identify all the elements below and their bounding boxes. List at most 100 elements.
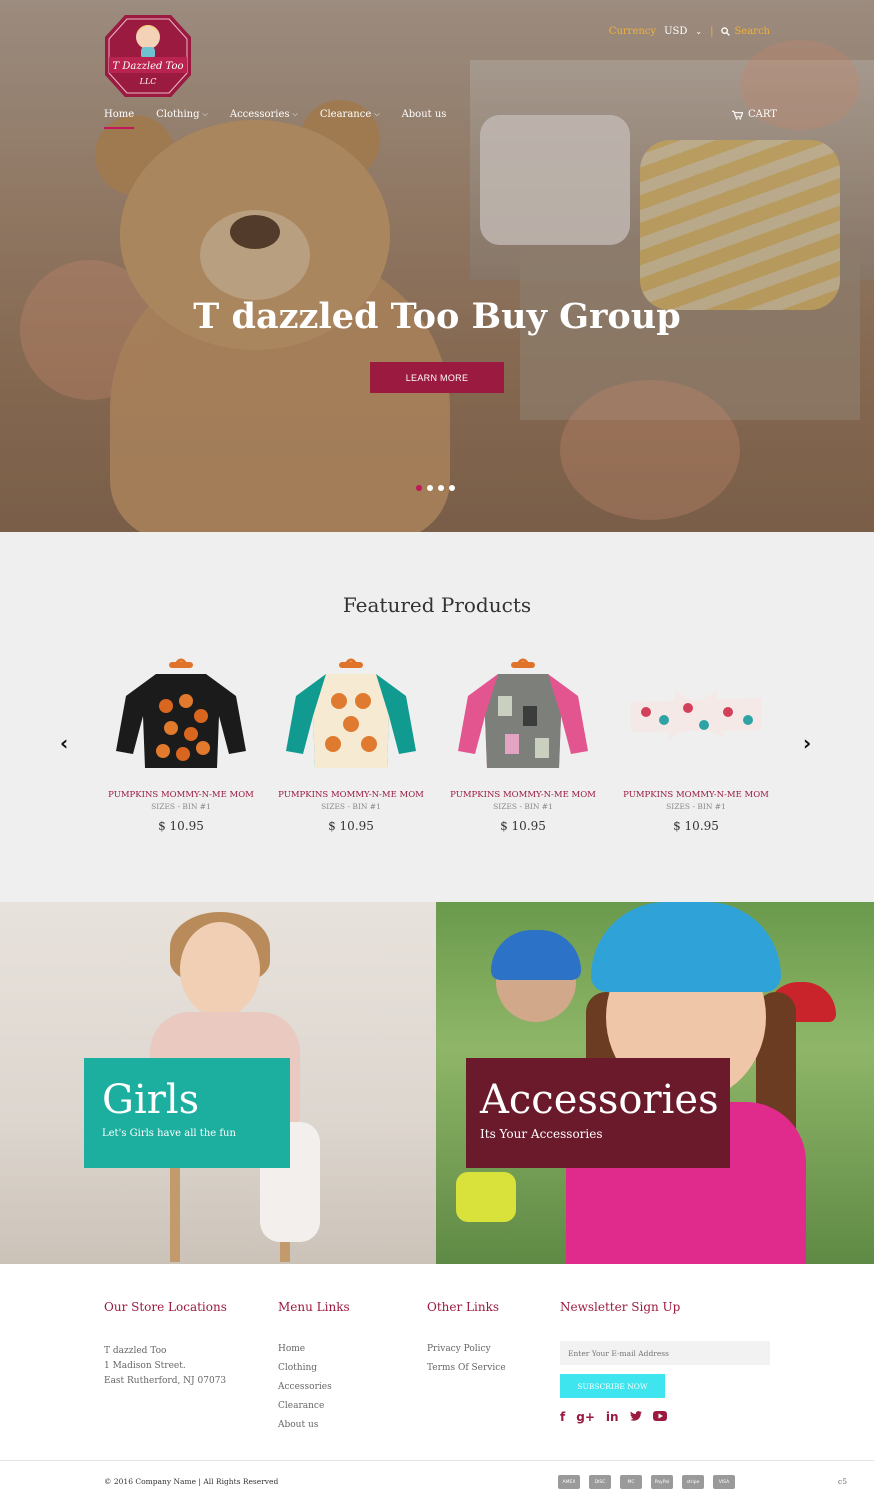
kid-photo-helmet xyxy=(591,902,781,992)
kid-photo-glove xyxy=(456,1172,516,1222)
product-name[interactable]: PUMPKINS MOMMY-N-ME MOM xyxy=(276,790,426,800)
paypal-icon: PayPal xyxy=(651,1475,673,1489)
chevron-down-icon: ⌵ xyxy=(292,110,298,118)
slider-dot[interactable] xyxy=(438,485,444,491)
product-image[interactable] xyxy=(106,650,256,780)
product-price: $ 10.95 xyxy=(673,819,719,833)
nav-label: Clothing xyxy=(156,109,200,120)
discover-icon: DISC xyxy=(589,1475,611,1489)
product-card[interactable]: PUMPKINS MOMMY-N-ME MOM SIZES - BIN #1 $… xyxy=(448,650,598,833)
product-name[interactable]: PUMPKINS MOMMY-N-ME MOM xyxy=(448,790,598,800)
slider-dot[interactable] xyxy=(416,485,422,491)
nav-item-clothing[interactable]: Clothing ⌵ xyxy=(156,109,208,120)
accessories-promo[interactable]: Accessories Its Your Accessories xyxy=(436,902,874,1264)
product-image[interactable] xyxy=(276,650,426,780)
chevron-left-icon[interactable]: ‹ xyxy=(60,731,68,755)
product-sizes: SIZES - BIN #1 xyxy=(666,802,726,811)
footer-heading: Newsletter Sign Up xyxy=(560,1300,681,1314)
search-label: Search xyxy=(734,26,770,37)
polka-dot-headband-icon xyxy=(631,690,761,740)
product-name[interactable]: PUMPKINS MOMMY-N-ME MOM xyxy=(621,790,771,800)
currency-select[interactable]: USD xyxy=(664,26,687,37)
footer-link-clearance[interactable]: Clearance xyxy=(278,1401,350,1420)
nav-item-home[interactable]: Home xyxy=(104,109,135,129)
twitter-icon[interactable] xyxy=(629,1410,642,1424)
site-logo[interactable]: T Dazzled Too LLC xyxy=(103,13,193,99)
address-line: T dazzled Too xyxy=(104,1346,167,1356)
slider-dot[interactable] xyxy=(449,485,455,491)
accessories-promo-box[interactable]: Accessories Its Your Accessories xyxy=(466,1058,730,1168)
boy-photo-helmet xyxy=(491,930,581,980)
footer-link-clothing[interactable]: Clothing xyxy=(278,1363,350,1382)
hero-banner: T Dazzled Too LLC Currency USD ⌄ | Searc… xyxy=(0,0,874,532)
payment-methods: AMEX DISC MC PayPal stripe VISA xyxy=(558,1475,735,1489)
search-icon xyxy=(721,27,731,36)
footer-heading: Menu Links xyxy=(278,1300,350,1314)
facebook-icon[interactable]: f xyxy=(560,1410,565,1424)
footer-menu-links: Menu Links Home Clothing Accessories Cle… xyxy=(278,1300,350,1439)
american-express-icon: AMEX xyxy=(558,1475,580,1489)
footer-heading: Other Links xyxy=(427,1300,500,1314)
nav-item-clearance[interactable]: Clearance ⌵ xyxy=(320,109,380,120)
chevron-right-icon[interactable]: › xyxy=(803,731,811,755)
footer-link-privacy-policy[interactable]: Privacy Policy xyxy=(427,1344,506,1363)
product-price: $ 10.95 xyxy=(500,819,546,833)
featured-products: Featured Products ‹ › PUMPKINS MOMMY-N-M… xyxy=(0,532,874,902)
address-line: East Rutherford, NJ 07073 xyxy=(104,1376,227,1386)
svg-text:T Dazzled Too: T Dazzled Too xyxy=(113,61,184,72)
product-image[interactable] xyxy=(448,650,598,780)
cart-link[interactable]: CART xyxy=(732,109,777,120)
product-price: $ 10.95 xyxy=(328,819,374,833)
promo-subtitle: Let's Girls have all the fun xyxy=(102,1128,236,1139)
nav-item-accessories[interactable]: Accessories ⌵ xyxy=(230,109,298,120)
hero-title: T dazzled Too Buy Group xyxy=(193,296,681,337)
footer-link-accessories[interactable]: Accessories xyxy=(278,1382,350,1401)
black-pumpkin-shirt-icon xyxy=(116,658,246,768)
subscribe-button[interactable]: SUBSCRIBE NOW xyxy=(560,1374,665,1398)
logo-badge-icon: T Dazzled Too LLC xyxy=(105,15,191,97)
product-image[interactable] xyxy=(621,650,771,780)
stripe-icon: stripe xyxy=(682,1475,704,1489)
google-plus-icon[interactable]: g+ xyxy=(576,1410,595,1424)
cart-icon xyxy=(732,110,743,120)
product-sizes: SIZES - BIN #1 xyxy=(151,802,211,811)
pink-patterned-shirt-icon xyxy=(458,658,588,768)
top-bar: Currency USD ⌄ | Search xyxy=(609,26,770,37)
cart-label: CART xyxy=(748,109,777,120)
slider-dot[interactable] xyxy=(427,485,433,491)
product-card[interactable]: PUMPKINS MOMMY-N-ME MOM SIZES - BIN #1 $… xyxy=(276,650,426,833)
product-card[interactable]: PUMPKINS MOMMY-N-ME MOM SIZES - BIN #1 $… xyxy=(106,650,256,833)
currency-label: Currency xyxy=(608,26,657,37)
address-line: 1 Madison Street. xyxy=(104,1361,186,1371)
nav-label: Accessories xyxy=(229,109,290,120)
product-card[interactable]: PUMPKINS MOMMY-N-ME MOM SIZES - BIN #1 $… xyxy=(621,650,771,833)
footer-other-links: Other Links Privacy Policy Terms Of Serv… xyxy=(427,1300,506,1382)
girl-photo-head xyxy=(180,922,260,1017)
mastercard-icon: MC xyxy=(620,1475,642,1489)
girls-promo[interactable]: Girls Let's Girls have all the fun xyxy=(0,902,436,1264)
promo-title: Accessories xyxy=(480,1077,719,1123)
copyright-text: © 2016 Company Name | All Rights Reserve… xyxy=(104,1477,279,1486)
store-address: T dazzled Too 1 Madison Street. East Rut… xyxy=(104,1344,227,1389)
chevron-down-icon: ⌵ xyxy=(374,110,380,118)
nav-item-about-us[interactable]: About us xyxy=(402,109,447,120)
chevron-down-icon: ⌵ xyxy=(202,110,208,118)
linkedin-icon[interactable]: in xyxy=(606,1410,619,1424)
nav-label: Home xyxy=(104,109,135,120)
girls-promo-box[interactable]: Girls Let's Girls have all the fun xyxy=(84,1058,290,1168)
chevron-down-icon[interactable]: ⌄ xyxy=(695,27,702,36)
learn-more-button[interactable]: LEARN MORE xyxy=(370,362,504,393)
promo-subtitle: Its Your Accessories xyxy=(480,1127,603,1141)
product-price: $ 10.95 xyxy=(158,819,204,833)
product-sizes: SIZES - BIN #1 xyxy=(321,802,381,811)
footer-heading: Our Store Locations xyxy=(104,1300,227,1314)
footer-link-terms-of-service[interactable]: Terms Of Service xyxy=(427,1363,506,1382)
footer-link-home[interactable]: Home xyxy=(278,1344,350,1363)
nav-label: Clearance xyxy=(319,109,372,120)
product-name[interactable]: PUMPKINS MOMMY-N-ME MOM xyxy=(106,790,256,800)
newsletter-email-input[interactable] xyxy=(560,1341,770,1365)
footer-link-about-us[interactable]: About us xyxy=(278,1420,350,1439)
social-links: f g+ in xyxy=(560,1410,874,1424)
search-link[interactable]: Search xyxy=(721,26,770,37)
youtube-icon[interactable] xyxy=(652,1410,667,1424)
